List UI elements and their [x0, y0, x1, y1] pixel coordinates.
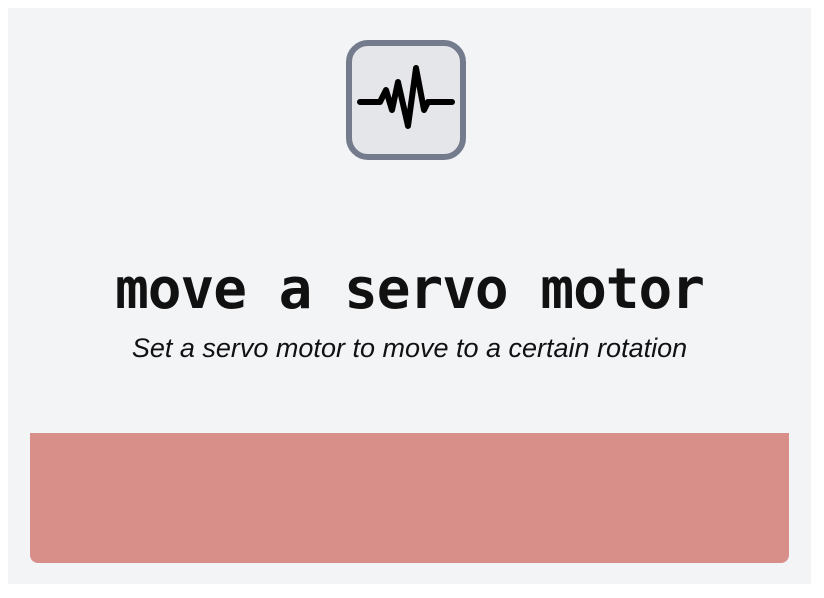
block-description: Set a servo motor to move to a certain r… — [131, 333, 688, 363]
block-icon-tile — [346, 40, 466, 160]
block-title: move a servo motor — [115, 257, 705, 322]
block-action-panel[interactable] — [30, 433, 789, 563]
pulse-waveform-icon — [356, 60, 456, 140]
block-card[interactable]: move a servo motor Set a servo motor to … — [8, 8, 811, 584]
